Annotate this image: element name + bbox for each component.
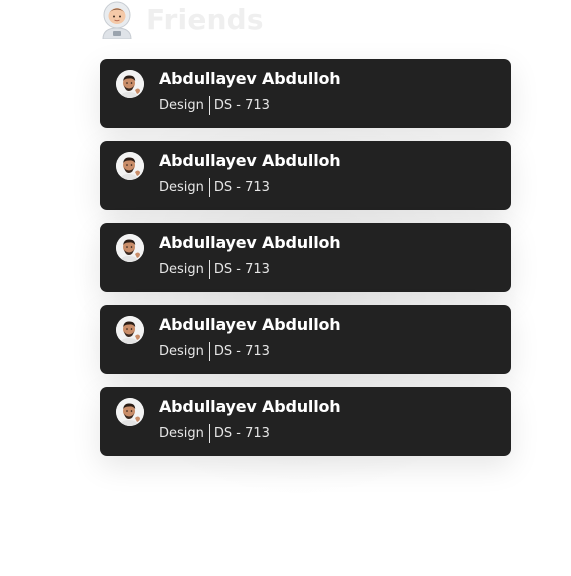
friend-group: DS - 713: [213, 98, 270, 113]
friends-list: Abdullayev Abdulloh Design DS - 713 Abdu…: [100, 59, 511, 456]
meta-divider: [208, 424, 210, 443]
friend-meta: Design DS - 713: [159, 424, 270, 443]
meta-divider: [208, 342, 210, 361]
memoji-avatar-icon: [116, 70, 144, 98]
friend-meta: Design DS - 713: [159, 260, 270, 279]
friend-department: Design: [159, 344, 204, 359]
page-title: Friends: [146, 3, 264, 36]
meta-divider: [208, 260, 210, 279]
friend-group: DS - 713: [213, 426, 270, 441]
friend-department: Design: [159, 180, 204, 195]
memoji-avatar-icon: [116, 398, 144, 426]
friend-card[interactable]: Abdullayev Abdulloh Design DS - 713: [100, 223, 511, 292]
friend-department: Design: [159, 98, 204, 113]
friend-card[interactable]: Abdullayev Abdulloh Design DS - 713: [100, 59, 511, 128]
friend-card[interactable]: Abdullayev Abdulloh Design DS - 713: [100, 305, 511, 374]
memoji-avatar-icon: [116, 316, 144, 344]
friend-card[interactable]: Abdullayev Abdulloh Design DS - 713: [100, 141, 511, 210]
friends-panel: Friends Abdullayev Abdulloh Design DS - …: [0, 0, 571, 576]
friend-name: Abdullayev Abdulloh: [159, 151, 341, 170]
friend-name: Abdullayev Abdulloh: [159, 233, 341, 252]
friend-department: Design: [159, 426, 204, 441]
friend-group: DS - 713: [213, 344, 270, 359]
meta-divider: [208, 96, 210, 115]
friends-header: Friends: [100, 0, 264, 40]
friend-group: DS - 713: [213, 180, 270, 195]
friend-card[interactable]: Abdullayev Abdulloh Design DS - 713: [100, 387, 511, 456]
friend-name: Abdullayev Abdulloh: [159, 397, 341, 416]
friend-department: Design: [159, 262, 204, 277]
memoji-avatar-icon: [116, 234, 144, 262]
friend-name: Abdullayev Abdulloh: [159, 315, 341, 334]
friend-meta: Design DS - 713: [159, 178, 270, 197]
friend-name: Abdullayev Abdulloh: [159, 69, 341, 88]
meta-divider: [208, 178, 210, 197]
friend-meta: Design DS - 713: [159, 342, 270, 361]
memoji-avatar-icon: [116, 152, 144, 180]
astronaut-emoji-icon: [100, 1, 134, 40]
friend-group: DS - 713: [213, 262, 270, 277]
friend-meta: Design DS - 713: [159, 96, 270, 115]
